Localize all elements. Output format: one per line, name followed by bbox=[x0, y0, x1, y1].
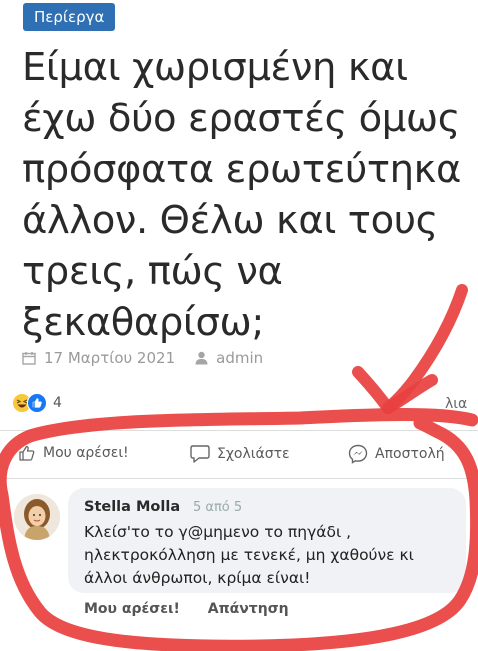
user-icon bbox=[195, 351, 208, 365]
reaction-count: 4 bbox=[53, 395, 62, 411]
like-action-label: Μου αρέσει! bbox=[43, 445, 129, 461]
shares-count[interactable]: λια bbox=[445, 396, 467, 412]
comment-action-button[interactable]: Σχολιάστε bbox=[190, 444, 290, 463]
article-date: 17 Μαρτίου 2021 bbox=[44, 349, 176, 367]
send-action-button[interactable]: Αποστολή bbox=[348, 444, 445, 464]
thumbs-up-icon bbox=[19, 445, 35, 461]
divider bbox=[0, 430, 478, 431]
comment-bubble: Stella Molla 5 από 5 Κλείσ'το το γ@μημεν… bbox=[68, 488, 466, 593]
calendar-icon bbox=[22, 352, 36, 365]
comment-like-link[interactable]: Μου αρέσει! bbox=[84, 601, 180, 617]
post-actions: Μου αρέσει! Σχολιάστε Αποστολή bbox=[0, 440, 478, 470]
divider bbox=[0, 478, 478, 479]
comment-links: Μου αρέσει! Απάντηση bbox=[84, 601, 312, 617]
category-badge[interactable]: Περίεργα bbox=[23, 3, 116, 31]
comment-reply-link[interactable]: Απάντηση bbox=[208, 601, 289, 617]
comment-text: Κλείσ'το το γ@μημενο το πηγάδι , ηλεκτρο… bbox=[84, 523, 414, 587]
article-author[interactable]: admin bbox=[216, 349, 263, 367]
comment-author[interactable]: Stella Molla bbox=[84, 499, 180, 515]
messenger-icon bbox=[348, 444, 368, 464]
article-meta: 17 Μαρτίου 2021 admin bbox=[22, 349, 263, 367]
comment-bubble-icon bbox=[190, 445, 210, 463]
send-action-label: Αποστολή bbox=[375, 446, 445, 462]
like-icon bbox=[27, 393, 47, 413]
like-action-button[interactable]: Μου αρέσει! bbox=[18, 444, 129, 462]
reactions-summary[interactable]: 4 bbox=[12, 393, 62, 413]
avatar[interactable] bbox=[14, 494, 60, 540]
article-title: Είμαι χωρισμένη και έχω δύο εραστές όμως… bbox=[22, 45, 461, 345]
comment-rating: 5 από 5 bbox=[193, 500, 243, 515]
comment-action-label: Σχολιάστε bbox=[217, 445, 290, 462]
